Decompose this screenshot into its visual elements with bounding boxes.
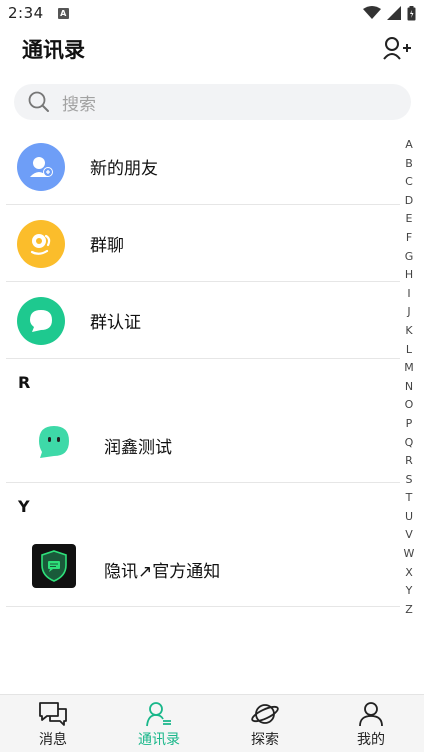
tab-me[interactable]: 我的	[318, 695, 424, 752]
index-letter[interactable]: E	[406, 210, 413, 229]
index-letter[interactable]: J	[407, 303, 410, 322]
contact-name: 润鑫测试	[104, 438, 172, 458]
battery-icon	[407, 5, 416, 20]
tab-explore[interactable]: 探索	[212, 695, 318, 752]
section-header-y: Y	[0, 483, 400, 529]
section-letter: Y	[18, 497, 30, 516]
index-letter[interactable]: H	[405, 266, 413, 285]
alphabet-index[interactable]: A B C D E F G H I J K L M N O P Q R S T …	[402, 136, 416, 619]
index-letter[interactable]: S	[406, 471, 413, 490]
chat-icon	[39, 702, 67, 726]
index-letter[interactable]: M	[404, 359, 414, 378]
header: 通讯录	[0, 26, 424, 70]
search-input[interactable]: 搜索	[14, 84, 411, 120]
planet-icon	[251, 704, 279, 724]
group-verify-label: 群认证	[90, 313, 141, 333]
index-letter[interactable]: U	[405, 508, 413, 527]
person-add-icon	[383, 37, 411, 60]
signal-icon	[387, 6, 401, 20]
green-bubble-avatar	[32, 420, 76, 464]
tab-messages[interactable]: 消息	[0, 695, 106, 752]
new-friends-label: 新的朋友	[90, 159, 158, 179]
index-letter[interactable]: W	[404, 545, 415, 564]
index-letter[interactable]: L	[406, 341, 412, 360]
group-verify-icon	[17, 296, 65, 345]
index-letter[interactable]: Q	[405, 434, 414, 453]
index-letter[interactable]: T	[406, 489, 413, 508]
index-letter[interactable]: C	[405, 173, 413, 192]
add-contact-button[interactable]	[382, 34, 412, 62]
index-letter[interactable]: R	[405, 452, 413, 471]
index-letter[interactable]: N	[405, 378, 413, 397]
index-letter[interactable]: O	[405, 396, 414, 415]
section-letter: R	[18, 373, 31, 392]
search-placeholder: 搜索	[62, 94, 96, 115]
contact-item[interactable]: 润鑫测试	[0, 405, 400, 483]
contact-list: 新的朋友 群聊 群认证 R 润鑫测试 Y 隐讯↗官方通知	[0, 128, 400, 607]
status-time: 2:34	[8, 4, 44, 22]
status-bar: 2:34 A	[0, 0, 424, 26]
index-letter[interactable]: K	[405, 322, 412, 341]
wifi-icon	[363, 6, 381, 19]
index-letter[interactable]: G	[405, 248, 414, 267]
tab-contacts[interactable]: 通讯录	[106, 695, 212, 752]
tab-label: 消息	[39, 732, 67, 748]
new-friends-item[interactable]: 新的朋友	[0, 128, 400, 205]
group-chat-icon	[17, 219, 65, 268]
index-letter[interactable]: V	[405, 526, 413, 545]
index-letter[interactable]: A	[405, 136, 413, 155]
notification-icon: A	[57, 7, 69, 19]
index-letter[interactable]: X	[405, 564, 413, 583]
index-letter[interactable]: I	[407, 285, 410, 304]
person-plus-icon	[17, 142, 65, 191]
group-verify-item[interactable]: 群认证	[0, 282, 400, 359]
contact-name: 隐讯↗官方通知	[104, 562, 221, 582]
status-icons	[363, 5, 416, 21]
index-letter[interactable]: Y	[406, 582, 413, 601]
section-header-r: R	[0, 359, 400, 405]
tab-label: 探索	[251, 732, 279, 748]
group-chat-label: 群聊	[90, 236, 124, 256]
index-letter[interactable]: B	[405, 155, 413, 174]
tab-label: 通讯录	[138, 732, 180, 748]
index-letter[interactable]: P	[406, 415, 413, 434]
bottom-tab-bar: 消息 通讯录 探索 我的	[0, 694, 424, 752]
index-letter[interactable]: D	[405, 192, 413, 211]
contacts-icon	[146, 702, 171, 727]
page-title: 通讯录	[22, 38, 85, 62]
index-letter[interactable]: F	[406, 229, 412, 248]
person-icon	[359, 702, 383, 727]
group-chat-item[interactable]: 群聊	[0, 205, 400, 282]
search-icon	[28, 91, 49, 112]
shield-chat-avatar	[32, 544, 76, 588]
index-letter[interactable]: Z	[405, 601, 413, 620]
contact-item[interactable]: 隐讯↗官方通知	[0, 529, 400, 607]
tab-label: 我的	[357, 732, 385, 748]
